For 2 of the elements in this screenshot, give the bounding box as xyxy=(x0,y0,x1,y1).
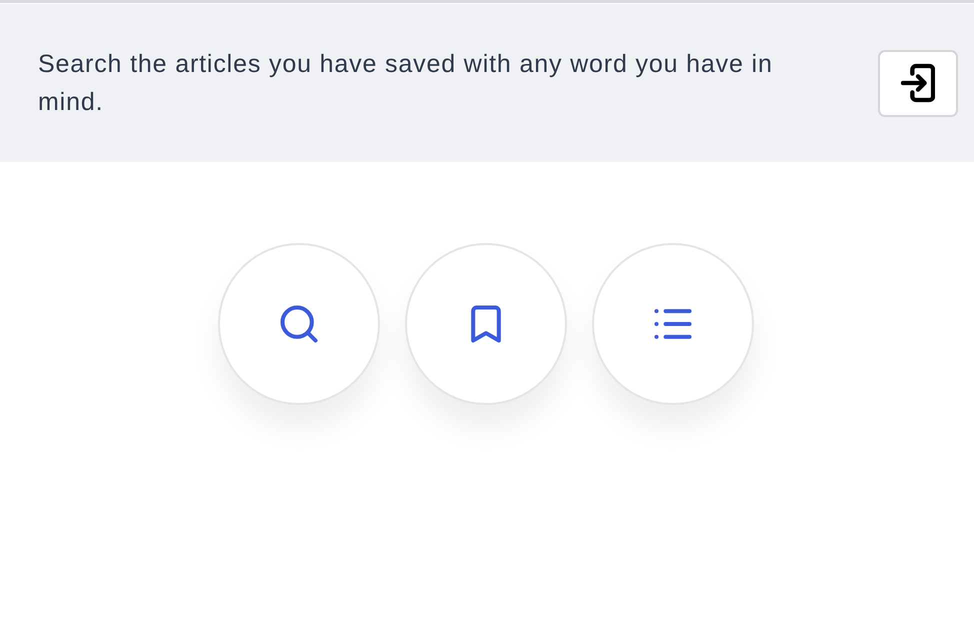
sign-in-button[interactable] xyxy=(878,50,958,116)
banner-text: Search the articles you have saved with any word you have in mind. xyxy=(38,49,774,118)
